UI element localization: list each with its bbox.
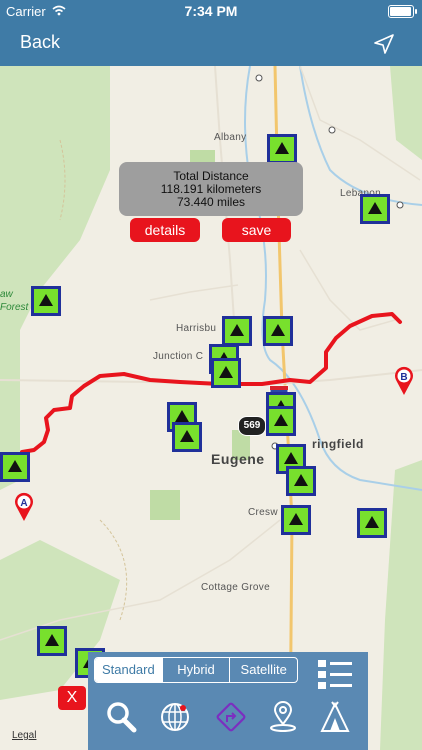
- campground-icon[interactable]: [286, 466, 316, 496]
- map-toolbar: Standard Hybrid Satellite: [88, 652, 368, 750]
- campground-icon[interactable]: [172, 422, 202, 452]
- back-button[interactable]: Back: [20, 32, 60, 53]
- campground-icon[interactable]: [267, 134, 297, 164]
- forest-label-bottom: Forest: [0, 302, 29, 313]
- campground-icon[interactable]: [31, 286, 61, 316]
- tent-icon[interactable]: [318, 700, 352, 734]
- details-button[interactable]: details: [130, 218, 200, 242]
- directions-icon[interactable]: [214, 700, 248, 734]
- town-albany: Albany: [214, 132, 247, 143]
- segment-satellite[interactable]: Satellite: [229, 658, 297, 682]
- marker-b-label: B: [400, 372, 407, 383]
- campground-icon[interactable]: [211, 358, 241, 388]
- list-icon[interactable]: [318, 658, 352, 690]
- segment-standard[interactable]: Standard: [95, 658, 162, 682]
- search-icon[interactable]: [104, 700, 138, 734]
- campground-icon[interactable]: [0, 452, 30, 482]
- battery-icon: [388, 5, 417, 18]
- campground-icon[interactable]: [360, 194, 390, 224]
- globe-icon[interactable]: [158, 700, 192, 734]
- navigation-bar: Back: [0, 22, 422, 66]
- campground-icon[interactable]: [266, 406, 296, 436]
- distance-miles: 73.440 miles: [176, 195, 246, 209]
- location-pin-icon[interactable]: [266, 700, 300, 734]
- town-cottage-grove: Cottage Grove: [201, 582, 270, 593]
- distance-info-box: Total Distance 118.191 kilometers 73.440…: [119, 162, 303, 216]
- campground-icon[interactable]: [357, 508, 387, 538]
- close-route-button[interactable]: X: [58, 686, 86, 710]
- campground-icon[interactable]: [222, 316, 252, 346]
- map-type-segmented-control: Standard Hybrid Satellite: [94, 657, 298, 683]
- route-shield: 569: [238, 416, 266, 436]
- marker-a-label: A: [20, 498, 27, 509]
- segment-hybrid[interactable]: Hybrid: [161, 658, 230, 682]
- clock: 7:34 PM: [184, 3, 238, 19]
- legal-link[interactable]: Legal: [12, 730, 36, 741]
- forest-label-top: aw: [0, 289, 13, 300]
- status-bar: Carrier 7:34 PM: [0, 0, 422, 22]
- map-view[interactable]: Albany Lebanon Harrisbu Junction C Eugen…: [0, 66, 422, 750]
- town-eugene: Eugene: [211, 451, 265, 467]
- campground-icon[interactable]: [281, 505, 311, 535]
- marker-a-icon[interactable]: A: [13, 492, 35, 522]
- marker-b-icon[interactable]: B: [393, 366, 415, 396]
- town-harrisburg: Harrisbu: [176, 323, 217, 334]
- town-junction-city: Junction C: [153, 351, 204, 362]
- campground-icon[interactable]: [37, 626, 67, 656]
- save-button[interactable]: save: [222, 218, 291, 242]
- town-creswell: Cresw: [248, 507, 278, 518]
- town-springfield: ringfield: [312, 437, 364, 451]
- location-arrow-icon[interactable]: [372, 32, 396, 56]
- campground-icon[interactable]: [263, 316, 293, 346]
